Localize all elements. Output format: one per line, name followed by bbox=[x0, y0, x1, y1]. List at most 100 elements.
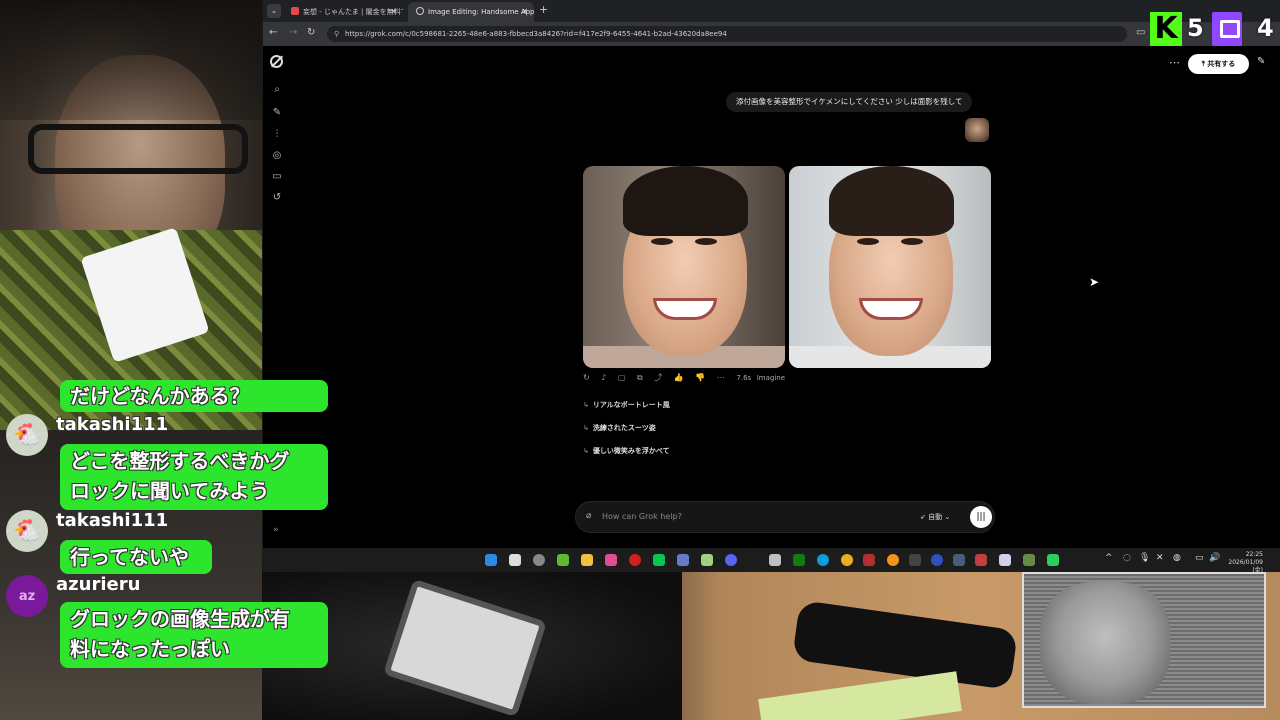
prompt-input-box[interactable]: ⌀ How can Grok help? ➶ 自動 ⌄ ||| bbox=[575, 501, 995, 533]
grok-favicon-icon bbox=[416, 7, 424, 15]
discord-icon[interactable] bbox=[725, 554, 737, 566]
tab-grok[interactable]: Image Editing: Handsome App... ✕ bbox=[408, 2, 534, 22]
new-tab-icon[interactable]: + bbox=[539, 3, 548, 16]
attach-icon[interactable]: ⌀ bbox=[586, 511, 591, 521]
app-icon[interactable] bbox=[1047, 554, 1059, 566]
obs-icon[interactable] bbox=[629, 554, 641, 566]
regenerate-icon[interactable]: ↻ bbox=[583, 373, 590, 382]
app-icon[interactable] bbox=[533, 554, 545, 566]
chat-text: 行ってないや bbox=[70, 545, 189, 569]
read-aloud-icon[interactable]: ♪ bbox=[601, 373, 606, 382]
forward-icon[interactable]: → bbox=[289, 27, 297, 38]
tab-search-icon[interactable]: ⌄ bbox=[267, 4, 281, 18]
voice-icon[interactable]: ⫶ bbox=[271, 129, 283, 140]
generated-image-2[interactable] bbox=[789, 166, 991, 368]
cast-icon[interactable]: ▭ bbox=[1136, 27, 1145, 38]
user-message: 添付画像を美容整形でイケメンにしてください 少しは面影を残して bbox=[726, 92, 973, 112]
tray-app-icon[interactable]: ◍ bbox=[1173, 553, 1181, 563]
app-icon[interactable] bbox=[909, 554, 921, 566]
pip-face bbox=[1040, 582, 1170, 704]
chat-text: グロックの画像生成が有 bbox=[70, 607, 290, 631]
page-favicon-icon bbox=[291, 7, 299, 15]
follow-up-arrow-icon: ↳ bbox=[583, 447, 589, 455]
twitch-logo-icon bbox=[1212, 12, 1242, 46]
hair bbox=[623, 166, 748, 236]
tray-chevron-icon[interactable]: ^ bbox=[1105, 553, 1113, 563]
suggestion-3[interactable]: ↳ 優しい微笑みを浮かべて bbox=[583, 446, 670, 458]
address-bar: ← → ↻ ⚲ https://grok.com/c/0c598681-2265… bbox=[263, 22, 1280, 46]
url-field[interactable]: ⚲ https://grok.com/c/0c598681-2265-48e6-… bbox=[327, 26, 1127, 42]
task-view-icon[interactable] bbox=[509, 554, 521, 566]
chat-message: 行ってないや bbox=[60, 540, 212, 574]
kick-logo-icon: K bbox=[1150, 12, 1182, 46]
close-icon[interactable]: ✕ bbox=[390, 2, 397, 22]
eye bbox=[651, 238, 673, 245]
voice-mode-button[interactable]: ||| bbox=[970, 506, 992, 528]
generated-image-1[interactable] bbox=[583, 166, 785, 368]
clock-time: 22:25 bbox=[1245, 551, 1263, 558]
more-icon[interactable]: ⋯ bbox=[717, 373, 725, 382]
tab-bar: ⌄ 妄想 - じゃんたま | 闇金を無料で...✕ Image Editing:… bbox=[263, 0, 1280, 22]
reload-icon[interactable]: ↻ bbox=[307, 27, 315, 38]
response-time: 7.6s bbox=[736, 374, 752, 382]
site-info-icon[interactable]: ⚲ bbox=[334, 26, 339, 42]
eye bbox=[695, 238, 717, 245]
suggestion-2[interactable]: ↳ 洗練されたスーツ姿 bbox=[583, 423, 656, 435]
thumbs-down-icon[interactable]: 👎 bbox=[695, 373, 705, 382]
system-clock[interactable]: 22:25 2026/01/09 (金) bbox=[1223, 551, 1263, 575]
comment-icon[interactable]: ▢ bbox=[618, 373, 626, 382]
app-icon[interactable] bbox=[863, 554, 875, 566]
file-explorer-icon[interactable] bbox=[581, 554, 593, 566]
mic-icon[interactable]: 🎙 bbox=[1139, 553, 1150, 563]
app-icon[interactable] bbox=[557, 554, 569, 566]
imagine-icon[interactable]: ◎ bbox=[271, 150, 283, 161]
attached-image-thumbnail[interactable] bbox=[965, 118, 989, 142]
prompt-placeholder[interactable]: How can Grok help? bbox=[602, 502, 682, 532]
app-icon[interactable] bbox=[677, 554, 689, 566]
chat-message: だけどなんかある？ bbox=[60, 380, 328, 412]
hair bbox=[829, 166, 954, 236]
line-icon[interactable] bbox=[653, 554, 665, 566]
network-icon[interactable]: ▭ bbox=[1195, 553, 1204, 563]
copy-icon[interactable]: ⧉ bbox=[637, 373, 643, 382]
thumbs-up-icon[interactable]: 👍 bbox=[674, 373, 684, 382]
start-icon[interactable] bbox=[485, 554, 497, 566]
suggestion-label: リアルなポートレート風 bbox=[592, 401, 670, 409]
volume-icon[interactable]: 🔊 bbox=[1209, 553, 1220, 563]
search-icon[interactable]: ⌕ bbox=[271, 84, 283, 95]
suggestion-1[interactable]: ↳ リアルなポートレート風 bbox=[583, 400, 670, 412]
projects-icon[interactable]: ▭ bbox=[271, 171, 283, 182]
edit-icon[interactable]: ✎ bbox=[1257, 56, 1265, 67]
kick-viewer-count: 5 bbox=[1187, 14, 1204, 42]
app-icon[interactable] bbox=[769, 554, 781, 566]
share-icon[interactable]: ⤴ bbox=[654, 373, 662, 382]
browser-window: ⌄ 妄想 - じゃんたま | 闇金を無料で...✕ Image Editing:… bbox=[263, 0, 1280, 548]
back-icon[interactable]: ← bbox=[269, 27, 277, 38]
tray-app-icon[interactable]: ◌ bbox=[1123, 553, 1131, 563]
chat-text: だけどなんかある？ bbox=[70, 384, 250, 408]
tray-close-icon[interactable]: ✕ bbox=[1156, 553, 1164, 563]
edge-icon[interactable] bbox=[817, 554, 829, 566]
eye bbox=[857, 238, 879, 245]
more-options-icon[interactable]: ⋯ bbox=[1169, 56, 1180, 69]
app-icon[interactable] bbox=[887, 554, 899, 566]
new-chat-icon[interactable]: ✎ bbox=[271, 107, 283, 118]
app-icon[interactable] bbox=[975, 554, 987, 566]
app-icon[interactable] bbox=[605, 554, 617, 566]
app-icon[interactable] bbox=[999, 554, 1011, 566]
mode-selector[interactable]: ➶ 自動 ⌄ bbox=[920, 502, 950, 532]
chat-text: 料になったっぽい bbox=[70, 637, 230, 661]
xbox-icon[interactable] bbox=[793, 554, 805, 566]
app-icon[interactable] bbox=[953, 554, 965, 566]
share-button[interactable]: ⤒ 共有する bbox=[1188, 54, 1249, 74]
tab-mousou[interactable]: 妄想 - じゃんたま | 闇金を無料で...✕ bbox=[283, 2, 403, 22]
follow-up-arrow-icon: ↳ bbox=[583, 424, 589, 432]
app-icon[interactable] bbox=[931, 554, 943, 566]
close-icon[interactable]: ✕ bbox=[521, 2, 528, 22]
history-icon[interactable]: ↺ bbox=[271, 192, 283, 203]
grok-logo-icon[interactable] bbox=[270, 55, 283, 68]
app-icon[interactable] bbox=[701, 554, 713, 566]
chrome-icon[interactable] bbox=[841, 554, 853, 566]
mouse-cursor-icon: ➤ bbox=[1089, 275, 1100, 289]
app-icon[interactable] bbox=[1023, 554, 1035, 566]
